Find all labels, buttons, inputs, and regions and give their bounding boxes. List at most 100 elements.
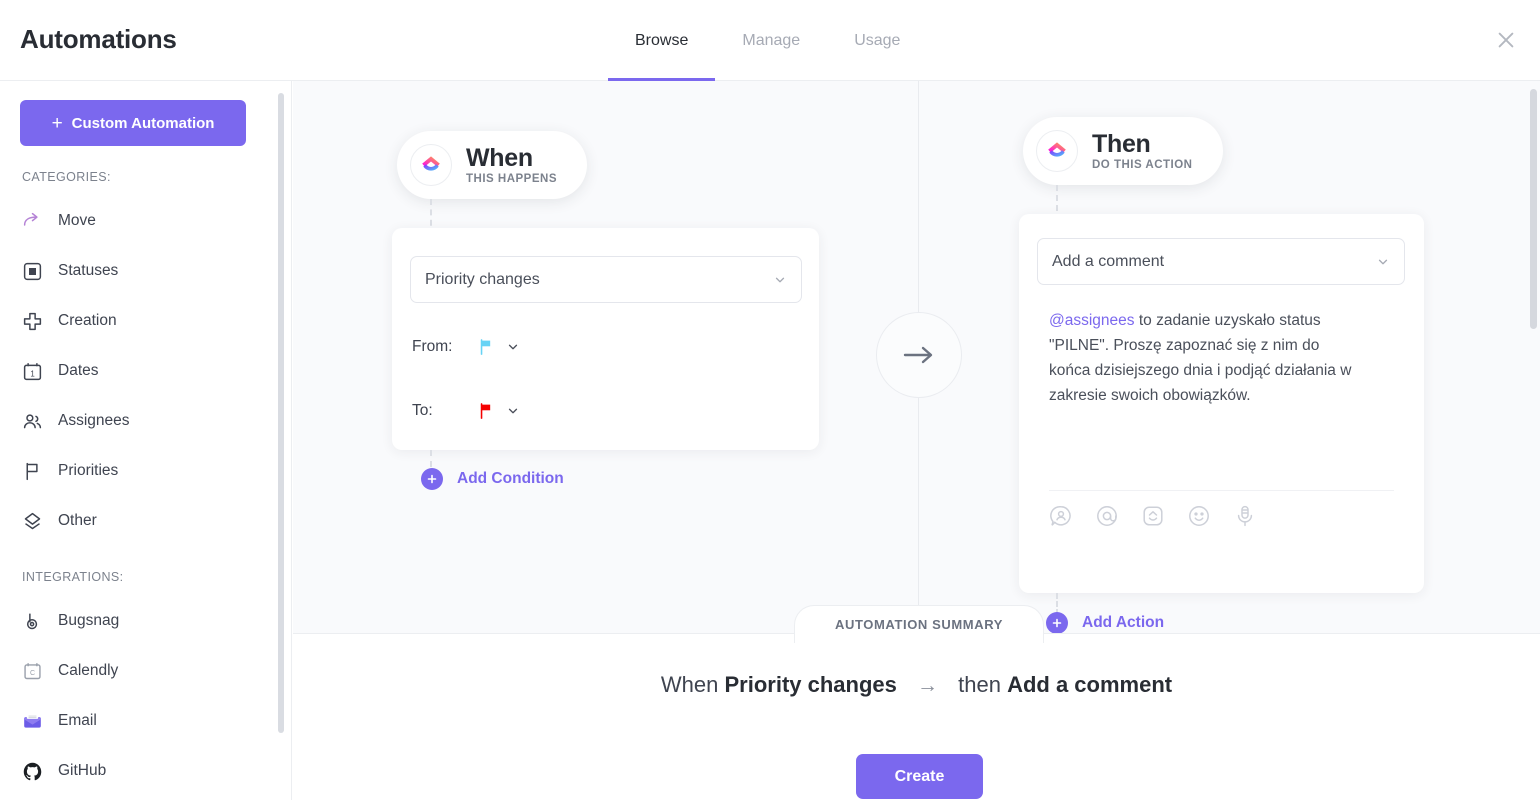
automation-summary-panel: AUTOMATION SUMMARY When Priority changes… — [293, 605, 1540, 800]
github-icon — [20, 759, 44, 783]
clickup-logo-icon — [1036, 130, 1078, 172]
summary-when-word: When — [660, 672, 719, 697]
add-condition-label: Add Condition — [457, 470, 564, 487]
tab-browse[interactable]: Browse — [608, 0, 716, 81]
chevron-down-icon — [506, 404, 520, 418]
chevron-down-icon — [506, 340, 520, 354]
automation-summary-tab[interactable]: AUTOMATION SUMMARY — [794, 605, 1044, 643]
condition-label-from: From: — [412, 338, 453, 355]
mention-at-icon[interactable] — [1095, 504, 1119, 528]
action-select-value: Add a comment — [1052, 252, 1165, 270]
svg-text:1: 1 — [30, 369, 34, 378]
automations-modal: Automations Browse Manage Usage + Custom… — [0, 0, 1540, 800]
action-select[interactable]: Add a comment — [1037, 238, 1405, 285]
arrow-right-icon — [903, 346, 933, 364]
then-pill-subtitle: DO THIS ACTION — [1092, 159, 1193, 172]
integrations-heading: INTEGRATIONS: — [22, 570, 124, 584]
trigger-select[interactable]: Priority changes — [410, 256, 802, 303]
sidebar-item-label: GitHub — [58, 762, 107, 779]
sidebar: + Custom Automation CATEGORIES: Move Sta… — [0, 81, 292, 800]
sidebar-item-label: Assignees — [58, 412, 130, 429]
priority-flag-low-icon — [480, 339, 491, 355]
comment-toolbar — [1049, 490, 1394, 528]
sidebar-item-other[interactable]: Other — [20, 502, 260, 540]
people-icon — [20, 409, 44, 433]
sidebar-item-assignees[interactable]: Assignees — [20, 402, 260, 440]
summary-action: Add a comment — [1007, 672, 1173, 697]
flag-icon — [20, 459, 44, 483]
condition-label-to: To: — [412, 402, 433, 419]
plus-cross-icon — [20, 309, 44, 333]
sidebar-item-label: Statuses — [58, 262, 119, 279]
mention-token: @assignees — [1049, 312, 1135, 329]
summary-arrow-icon: → — [917, 674, 938, 697]
sidebar-item-priorities[interactable]: Priorities — [20, 452, 260, 490]
automation-summary-sentence: When Priority changes → then Add a comme… — [293, 672, 1540, 698]
then-card: Add a comment @assignees to zadanie uzys… — [1019, 214, 1424, 593]
sidebar-item-label: Email — [58, 712, 97, 729]
priority-flag-urgent-icon — [480, 403, 491, 419]
modal-header: Automations Browse Manage Usage — [0, 0, 1540, 81]
email-envelope-icon — [20, 709, 44, 733]
sidebar-item-label: Priorities — [58, 462, 119, 479]
sidebar-item-label: Dates — [58, 362, 99, 379]
custom-automation-button[interactable]: + Custom Automation — [20, 100, 246, 146]
sidebar-item-move[interactable]: Move — [20, 202, 260, 240]
condition-row-from: From: — [412, 338, 520, 356]
sidebar-item-github[interactable]: GitHub — [20, 752, 260, 790]
svg-text:C: C — [29, 670, 34, 677]
condition-row-to: To: — [412, 402, 520, 420]
canvas-scrollbar[interactable] — [1530, 89, 1537, 329]
sidebar-item-label: Calendly — [58, 662, 119, 679]
tab-bar: Browse Manage Usage — [608, 0, 927, 81]
sidebar-item-dates[interactable]: 1 Dates — [20, 352, 260, 390]
add-action-label: Add Action — [1082, 614, 1165, 631]
summary-trigger: Priority changes — [724, 672, 897, 697]
status-square-icon — [20, 259, 44, 283]
sidebar-item-label: Creation — [58, 312, 117, 329]
sidebar-item-label: Other — [58, 512, 97, 529]
emoji-smiley-icon[interactable] — [1187, 504, 1211, 528]
calendar-icon: 1 — [20, 359, 44, 383]
sidebar-item-statuses[interactable]: Statuses — [20, 252, 260, 290]
calendly-icon: C — [20, 659, 44, 683]
categories-heading: CATEGORIES: — [22, 170, 111, 184]
chevron-down-icon — [1376, 255, 1390, 269]
add-action-button[interactable]: Add Action — [1046, 612, 1164, 634]
assign-comment-icon[interactable] — [1049, 504, 1073, 528]
then-step-pill: Then DO THIS ACTION — [1023, 117, 1223, 185]
custom-automation-label: Custom Automation — [71, 114, 215, 132]
when-pill-subtitle: THIS HAPPENS — [466, 173, 557, 186]
sidebar-item-calendly[interactable]: C Calendly — [20, 652, 260, 690]
then-pill-title: Then — [1092, 129, 1151, 158]
flow-arrow — [876, 312, 962, 398]
from-priority-selector[interactable] — [478, 338, 520, 356]
sidebar-item-label: Move — [58, 212, 96, 229]
tab-usage[interactable]: Usage — [827, 0, 927, 81]
sidebar-item-label: Bugsnag — [58, 612, 120, 629]
plus-icon: + — [51, 112, 63, 134]
sidebar-item-email[interactable]: Email — [20, 702, 260, 740]
microphone-icon[interactable] — [1233, 504, 1257, 528]
trigger-select-value: Priority changes — [425, 270, 540, 288]
bugsnag-icon — [20, 609, 44, 633]
sidebar-item-bugsnag[interactable]: Bugsnag — [20, 602, 260, 640]
plus-circle-icon — [1046, 612, 1068, 634]
layers-icon — [20, 509, 44, 533]
summary-then-word: then — [958, 672, 1001, 697]
move-arrow-icon — [20, 209, 44, 233]
tab-manage[interactable]: Manage — [715, 0, 827, 81]
clickup-logo-icon — [410, 144, 452, 186]
close-icon[interactable] — [1488, 22, 1524, 58]
create-button[interactable]: Create — [856, 754, 983, 799]
comment-text-editor[interactable]: @assignees to zadanie uzyskało status "P… — [1049, 308, 1359, 408]
when-pill-title: When — [466, 143, 533, 172]
task-reference-icon[interactable] — [1141, 504, 1165, 528]
sidebar-scrollbar[interactable] — [278, 93, 284, 733]
to-priority-selector[interactable] — [478, 402, 520, 420]
page-title: Automations — [20, 24, 177, 54]
chevron-down-icon — [773, 273, 787, 287]
sidebar-item-creation[interactable]: Creation — [20, 302, 260, 340]
plus-circle-icon — [421, 468, 443, 490]
add-condition-button[interactable]: Add Condition — [421, 468, 564, 490]
